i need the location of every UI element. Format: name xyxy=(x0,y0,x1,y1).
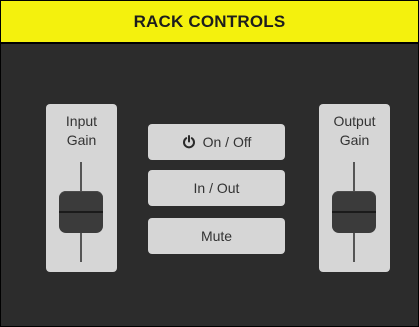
mute-label: Mute xyxy=(200,228,233,244)
knob-center-line xyxy=(59,211,103,213)
power-icon xyxy=(182,135,195,149)
rack-panel: RACK CONTROLS Input Gain On / Off In / O… xyxy=(0,0,419,327)
on-off-label: On / Off xyxy=(202,134,252,150)
output-gain-fader[interactable]: Output Gain xyxy=(319,104,390,272)
input-gain-fader[interactable]: Input Gain xyxy=(46,104,117,272)
mute-button[interactable]: Mute xyxy=(148,218,285,254)
input-gain-label: Input Gain xyxy=(65,113,98,148)
input-gain-knob[interactable] xyxy=(59,191,103,233)
panel-title: RACK CONTROLS xyxy=(1,1,418,44)
in-out-label: In / Out xyxy=(193,180,240,196)
on-off-button[interactable]: On / Off xyxy=(148,124,285,160)
knob-center-line xyxy=(332,211,376,213)
output-gain-knob[interactable] xyxy=(332,191,376,233)
in-out-button[interactable]: In / Out xyxy=(148,170,285,206)
output-gain-label: Output Gain xyxy=(333,113,376,148)
